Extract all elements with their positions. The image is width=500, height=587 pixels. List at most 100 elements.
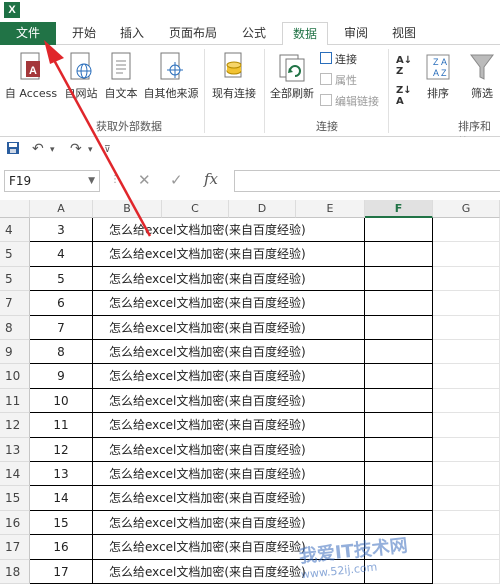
from-other-sources-button[interactable]: 自其他来源 [140, 51, 202, 101]
cell-b[interactable]: 怎么给excel文档加密(来自百度经验) [93, 437, 365, 462]
cell-f[interactable] [365, 437, 433, 462]
cell-g[interactable] [433, 437, 500, 462]
refresh-all-button[interactable]: 全部刷新 [268, 51, 316, 101]
row-header[interactable]: 8 [0, 315, 30, 340]
cell-f[interactable] [365, 486, 433, 511]
customize-qat-icon[interactable]: ⊽ [104, 145, 111, 155]
redo-icon[interactable]: ↷ [70, 141, 82, 157]
row-header[interactable]: 11 [0, 388, 30, 414]
cell-g[interactable] [433, 340, 500, 365]
cell-b[interactable]: 怎么给excel文档加密(来自百度经验) [93, 510, 365, 536]
cell-f[interactable] [365, 242, 433, 267]
cell-g[interactable] [433, 242, 500, 267]
formula-input[interactable] [234, 170, 500, 192]
undo-icon[interactable]: ↶ [32, 141, 44, 157]
select-all-corner[interactable] [0, 200, 30, 218]
cell-a[interactable]: 5 [30, 266, 93, 292]
cell-a[interactable]: 11 [30, 413, 93, 438]
save-icon[interactable] [6, 141, 20, 159]
cell-a[interactable]: 4 [30, 242, 93, 267]
cell-g[interactable] [433, 364, 500, 389]
cell-b[interactable]: 怎么给excel文档加密(来自百度经验) [93, 364, 365, 389]
cell-g[interactable] [433, 315, 500, 340]
cell-g[interactable] [433, 486, 500, 511]
cell-b[interactable]: 怎么给excel文档加密(来自百度经验) [93, 315, 365, 340]
cell-a[interactable]: 13 [30, 462, 93, 487]
row-header[interactable]: 7 [0, 291, 30, 316]
cell-f[interactable] [365, 364, 433, 389]
cell-f[interactable] [365, 388, 433, 414]
edit-links-button[interactable]: 编辑链接 [320, 93, 379, 111]
from-web-button[interactable]: 自网站 [62, 51, 100, 101]
cell-f[interactable] [365, 218, 433, 243]
row-header[interactable]: 18 [0, 559, 30, 584]
row-header[interactable]: 10 [0, 364, 30, 389]
cell-a[interactable]: 15 [30, 510, 93, 536]
cell-g[interactable] [433, 413, 500, 438]
cell-f[interactable] [365, 462, 433, 487]
cell-b[interactable]: 怎么给excel文档加密(来自百度经验) [93, 340, 365, 365]
cell-a[interactable]: 9 [30, 364, 93, 389]
cell-g[interactable] [433, 291, 500, 316]
cell-f[interactable] [365, 340, 433, 365]
column-header-f[interactable]: F [365, 200, 433, 218]
cell-g[interactable] [433, 388, 500, 414]
cell-b[interactable]: 怎么给excel文档加密(来自百度经验) [93, 486, 365, 511]
row-header[interactable]: 14 [0, 462, 30, 487]
undo-dropdown-icon[interactable]: ▾ [50, 145, 55, 155]
tab-review[interactable]: 审阅 [334, 22, 378, 45]
column-header-c[interactable]: C [162, 200, 229, 218]
properties-button[interactable]: 属性 [320, 72, 357, 90]
column-header-b[interactable]: B [93, 200, 162, 218]
cell-a[interactable]: 12 [30, 437, 93, 462]
from-text-button[interactable]: 自文本 [102, 51, 140, 101]
filter-button[interactable]: 筛选 [464, 51, 500, 101]
cell-a[interactable]: 16 [30, 535, 93, 560]
insert-function-icon[interactable]: fx [204, 170, 218, 188]
from-access-button[interactable]: A 自 Access [4, 51, 58, 101]
cell-b[interactable]: 怎么给excel文档加密(来自百度经验) [93, 413, 365, 438]
tab-insert[interactable]: 插入 [110, 22, 154, 45]
name-box[interactable]: F19 ▼ [4, 170, 100, 192]
cell-b[interactable]: 怎么给excel文档加密(来自百度经验) [93, 462, 365, 487]
cell-a[interactable]: 17 [30, 559, 93, 584]
sort-descending-icon[interactable]: Z↓ A [396, 85, 412, 107]
cell-b[interactable]: 怎么给excel文档加密(来自百度经验) [93, 291, 365, 316]
enter-check-icon[interactable]: ✓ [170, 171, 183, 189]
cell-f[interactable] [365, 315, 433, 340]
row-header[interactable]: 4 [0, 218, 30, 243]
cell-b[interactable]: 怎么给excel文档加密(来自百度经验) [93, 218, 365, 243]
cell-b[interactable]: 怎么给excel文档加密(来自百度经验) [93, 242, 365, 267]
tab-view[interactable]: 视图 [382, 22, 426, 45]
cell-g[interactable] [433, 462, 500, 487]
column-header-g[interactable]: G [433, 200, 500, 218]
cell-a[interactable]: 6 [30, 291, 93, 316]
row-header[interactable]: 15 [0, 486, 30, 511]
cell-b[interactable]: 怎么给excel文档加密(来自百度经验) [93, 388, 365, 414]
cell-a[interactable]: 10 [30, 388, 93, 414]
cell-f[interactable] [365, 413, 433, 438]
cell-f[interactable] [365, 291, 433, 316]
row-header[interactable]: 13 [0, 437, 30, 462]
tab-home[interactable]: 开始 [62, 22, 106, 45]
redo-dropdown-icon[interactable]: ▾ [88, 145, 93, 155]
cell-f[interactable] [365, 266, 433, 292]
cell-a[interactable]: 7 [30, 315, 93, 340]
row-header[interactable]: 9 [0, 340, 30, 365]
column-header-d[interactable]: D [229, 200, 296, 218]
tab-formulas[interactable]: 公式 [232, 22, 276, 45]
sort-ascending-icon[interactable]: A↓ Z [396, 55, 412, 77]
column-header-e[interactable]: E [296, 200, 365, 218]
tab-data[interactable]: 数据 [282, 22, 328, 46]
cell-g[interactable] [433, 218, 500, 243]
row-header[interactable]: 5 [0, 266, 30, 292]
cell-g[interactable] [433, 266, 500, 292]
tab-file[interactable]: 文件 [0, 22, 56, 45]
cell-a[interactable]: 8 [30, 340, 93, 365]
connections-button[interactable]: 连接 [320, 51, 357, 69]
cancel-icon[interactable]: ✕ [138, 171, 151, 189]
row-header[interactable]: 5 [0, 242, 30, 267]
cell-b[interactable]: 怎么给excel文档加密(来自百度经验) [93, 266, 365, 292]
row-header[interactable]: 16 [0, 510, 30, 536]
sort-button[interactable]: Z A A Z 排序 [420, 51, 456, 101]
